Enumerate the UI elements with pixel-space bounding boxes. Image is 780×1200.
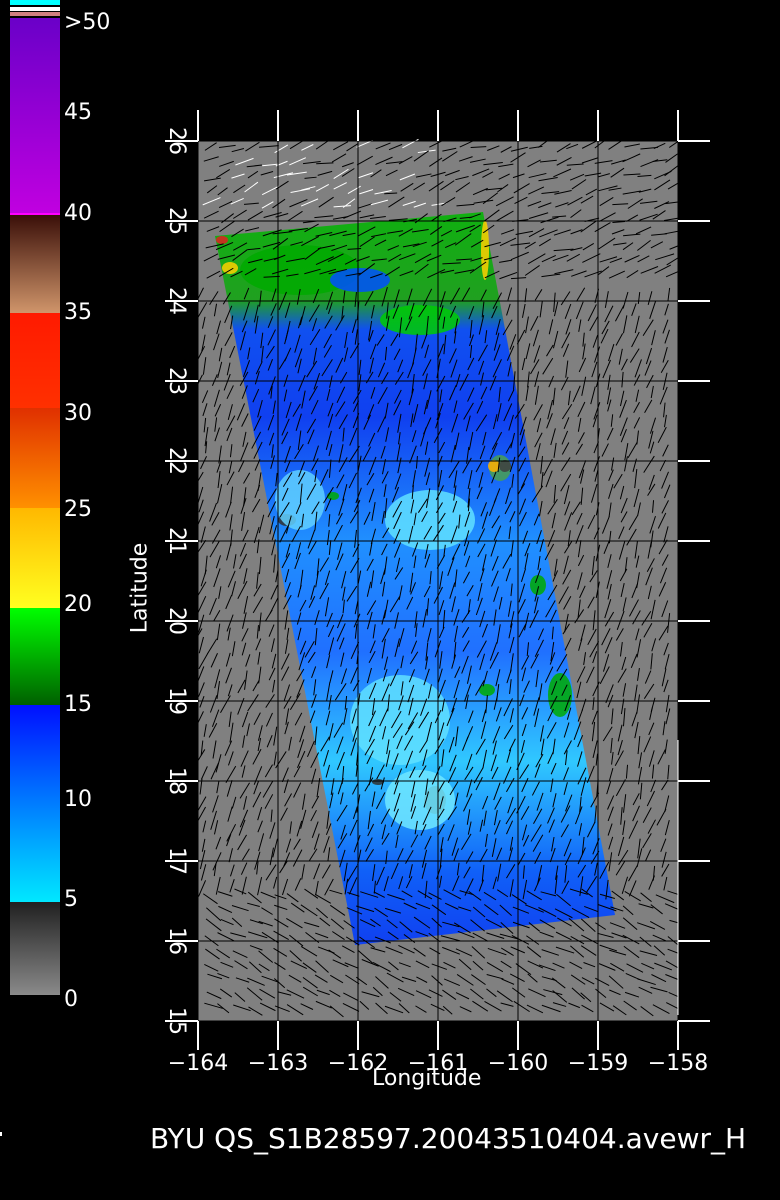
swath-feature bbox=[385, 770, 455, 830]
x-axis-label: Longitude bbox=[372, 1066, 482, 1091]
footer-caption: BYU QS_S1B28597.20043510404.avewr_H bbox=[150, 1122, 747, 1155]
x-tick-label: −159 bbox=[568, 1051, 628, 1076]
y-tick-label: 19 bbox=[164, 687, 189, 715]
y-tick-label: 16 bbox=[164, 927, 189, 955]
swath-feature bbox=[222, 262, 238, 274]
y-tick-label: 23 bbox=[164, 367, 189, 395]
x-tick-label: −158 bbox=[648, 1051, 708, 1076]
y-tick-label: 24 bbox=[164, 287, 189, 315]
y-tick-label: 22 bbox=[164, 447, 189, 475]
y-tick-label: 21 bbox=[164, 527, 189, 555]
swath-feature bbox=[350, 675, 450, 765]
y-tick-label: 26 bbox=[164, 127, 189, 155]
swath-feature bbox=[380, 305, 460, 335]
y-tick-label: 25 bbox=[164, 207, 189, 235]
wind-map: −164 −163 −162 −161 −160 −159 −158 15161718192… bbox=[164, 110, 710, 1076]
x-tick-label: −160 bbox=[488, 1051, 548, 1076]
x-tick-label: −164 bbox=[168, 1051, 228, 1076]
y-tick-label: 17 bbox=[164, 847, 189, 875]
y-tick-labels: 15 16 17 18 19 20 21 22 23 24 25 26 bbox=[164, 127, 189, 1035]
footer-left-mark bbox=[0, 1132, 2, 1136]
y-tick-label: 15 bbox=[164, 1007, 189, 1035]
swath-feature bbox=[499, 460, 511, 472]
y-axis-label: Latitude bbox=[127, 542, 153, 634]
wind-vector bbox=[384, 192, 398, 195]
y-tick-label: 18 bbox=[164, 767, 189, 795]
swath-feature bbox=[216, 236, 228, 244]
swath-feature bbox=[327, 492, 339, 500]
x-tick-label: −163 bbox=[248, 1051, 308, 1076]
swath-feature bbox=[530, 575, 546, 595]
y-tick-label: 20 bbox=[164, 607, 189, 635]
